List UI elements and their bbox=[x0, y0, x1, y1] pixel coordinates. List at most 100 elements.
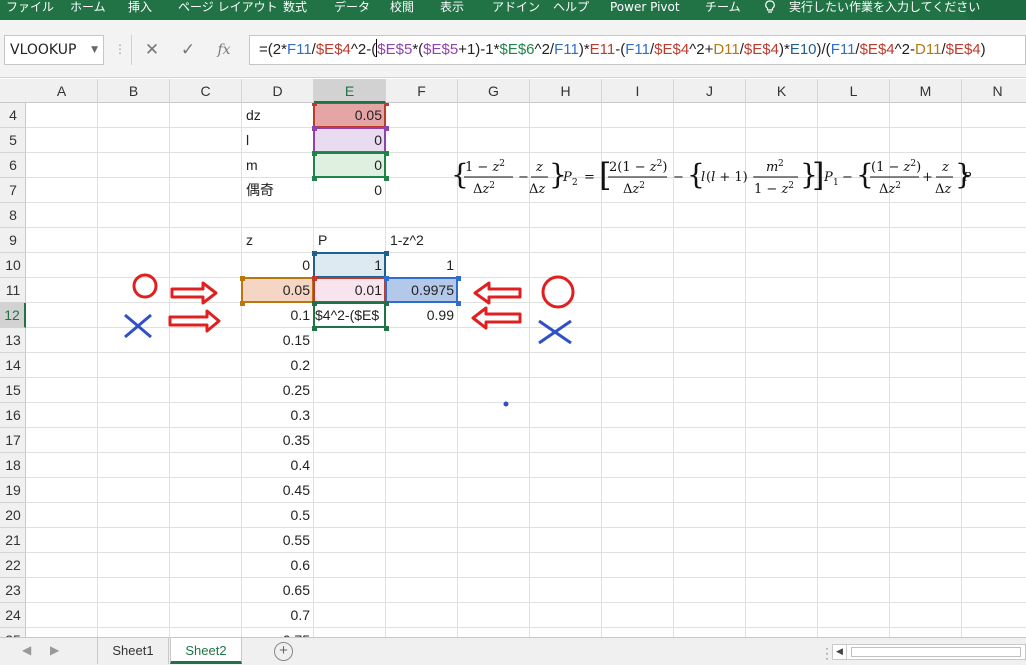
scrollbar-thumb[interactable] bbox=[851, 647, 1021, 657]
column-header-c[interactable]: C bbox=[170, 79, 242, 103]
lightbulb-icon[interactable] bbox=[764, 0, 776, 20]
cell-d7[interactable]: 偶奇 bbox=[242, 178, 314, 203]
cell-d14[interactable]: 0.2 bbox=[242, 353, 314, 378]
cell-d4[interactable]: dz bbox=[242, 103, 314, 128]
column-header-k[interactable]: K bbox=[746, 79, 818, 103]
column-header-b[interactable]: B bbox=[98, 79, 170, 103]
scroll-tabs-right-icon[interactable]: ▶ bbox=[50, 643, 59, 657]
row-header-14[interactable]: 14 bbox=[0, 353, 26, 378]
cell-d12[interactable]: 0.1 bbox=[242, 303, 314, 328]
tab-power-pivot[interactable]: Power Pivot bbox=[610, 0, 680, 20]
row-header-7[interactable]: 7 bbox=[0, 178, 26, 203]
row-header-12[interactable]: 12 bbox=[0, 303, 26, 328]
cell-d19[interactable]: 0.45 bbox=[242, 478, 314, 503]
row-header-16[interactable]: 16 bbox=[0, 403, 26, 428]
row-header-25[interactable]: 25 bbox=[0, 628, 26, 637]
column-header-m[interactable]: M bbox=[890, 79, 962, 103]
cell-d11[interactable]: 0.05 bbox=[242, 278, 314, 303]
column-header-j[interactable]: J bbox=[674, 79, 746, 103]
column-header-a[interactable]: A bbox=[26, 79, 98, 103]
cell-d23[interactable]: 0.65 bbox=[242, 578, 314, 603]
cell-d21[interactable]: 0.55 bbox=[242, 528, 314, 553]
row-header-19[interactable]: 19 bbox=[0, 478, 26, 503]
column-header-g[interactable]: G bbox=[458, 79, 530, 103]
cell-f11[interactable]: 0.9975 bbox=[386, 278, 458, 303]
tab-home[interactable]: ホーム bbox=[70, 0, 106, 20]
tab-insert[interactable]: 挿入 bbox=[128, 0, 152, 20]
tell-me-search[interactable]: 実行したい作業を入力してください bbox=[789, 0, 980, 20]
tab-file[interactable]: ファイル bbox=[6, 0, 54, 20]
column-header-e[interactable]: E bbox=[314, 79, 386, 103]
column-header-n[interactable]: N bbox=[962, 79, 1026, 103]
row-header-21[interactable]: 21 bbox=[0, 528, 26, 553]
row-header-9[interactable]: 9 bbox=[0, 228, 26, 253]
insert-function-button[interactable]: fx bbox=[209, 35, 239, 65]
cell-e11[interactable]: 0.01 bbox=[314, 278, 386, 303]
cell-area[interactable]: dz 0.05 l 0 m 0 偶奇 0 z P 1-z^2 0 1 1 0.05 0.01 0.9975 0.1… bbox=[26, 103, 1026, 637]
name-box[interactable]: VLOOKUP ▼ bbox=[4, 35, 104, 65]
cell-f9[interactable]: 1-z^2 bbox=[386, 228, 458, 253]
cell-e6[interactable]: 0 bbox=[314, 153, 386, 178]
formula-input[interactable]: =(2*F11/$E$4^2-($E$5*($E$5+1)-1*$E$6^2/F… bbox=[249, 35, 1026, 65]
tab-page-layout[interactable]: ページ レイアウト bbox=[178, 0, 278, 20]
column-header-d[interactable]: D bbox=[242, 79, 314, 103]
row-header-24[interactable]: 24 bbox=[0, 603, 26, 628]
enter-icon[interactable]: ✓ bbox=[173, 35, 203, 65]
tab-formulas[interactable]: 数式 bbox=[283, 0, 307, 20]
tab-view[interactable]: 表示 bbox=[440, 0, 464, 20]
row-header-10[interactable]: 10 bbox=[0, 253, 26, 278]
cell-d16[interactable]: 0.3 bbox=[242, 403, 314, 428]
more-options-icon[interactable]: ⋮ bbox=[114, 42, 126, 56]
column-header-f[interactable]: F bbox=[386, 79, 458, 103]
cell-d15[interactable]: 0.25 bbox=[242, 378, 314, 403]
cell-d5[interactable]: l bbox=[242, 128, 314, 153]
cell-f10[interactable]: 1 bbox=[386, 253, 458, 278]
cell-e4[interactable]: 0.05 bbox=[314, 103, 386, 128]
tab-addins[interactable]: アドイン bbox=[492, 0, 540, 20]
cell-d20[interactable]: 0.5 bbox=[242, 503, 314, 528]
column-header-l[interactable]: L bbox=[818, 79, 890, 103]
row-header-18[interactable]: 18 bbox=[0, 453, 26, 478]
tab-review[interactable]: 校閲 bbox=[390, 0, 414, 20]
sheet-tab-sheet2[interactable]: Sheet2 bbox=[170, 638, 242, 664]
cell-e7[interactable]: 0 bbox=[314, 178, 386, 203]
row-header-11[interactable]: 11 bbox=[0, 278, 26, 303]
cell-d18[interactable]: 0.4 bbox=[242, 453, 314, 478]
row-header-13[interactable]: 13 bbox=[0, 328, 26, 353]
cell-f12[interactable]: 0.99 bbox=[386, 303, 458, 328]
tab-help[interactable]: ヘルプ bbox=[553, 0, 589, 20]
cell-d17[interactable]: 0.35 bbox=[242, 428, 314, 453]
add-sheet-button[interactable]: + bbox=[274, 642, 293, 661]
row-header-20[interactable]: 20 bbox=[0, 503, 26, 528]
chevron-down-icon[interactable]: ▼ bbox=[91, 36, 98, 64]
row-header-6[interactable]: 6 bbox=[0, 153, 26, 178]
cell-d22[interactable]: 0.6 bbox=[242, 553, 314, 578]
row-header-22[interactable]: 22 bbox=[0, 553, 26, 578]
sheet-tab-sheet1[interactable]: Sheet1 bbox=[97, 638, 169, 664]
cell-d24[interactable]: 0.7 bbox=[242, 603, 314, 628]
row-header-15[interactable]: 15 bbox=[0, 378, 26, 403]
column-header-i[interactable]: I bbox=[602, 79, 674, 103]
scroll-left-icon[interactable]: ◀ bbox=[833, 645, 847, 659]
row-header-8[interactable]: 8 bbox=[0, 203, 26, 228]
cell-d10[interactable]: 0 bbox=[242, 253, 314, 278]
cell-e5[interactable]: 0 bbox=[314, 128, 386, 153]
tab-team[interactable]: チーム bbox=[705, 0, 741, 20]
scroll-tabs-left-icon[interactable]: ◀ bbox=[22, 643, 31, 657]
cell-e10[interactable]: 1 bbox=[314, 253, 386, 278]
row-header-5[interactable]: 5 bbox=[0, 128, 26, 153]
row-header-17[interactable]: 17 bbox=[0, 428, 26, 453]
cell-d25[interactable]: 0.75 bbox=[242, 628, 314, 637]
cell-d9[interactable]: z bbox=[242, 228, 314, 253]
cell-e9[interactable]: P bbox=[314, 228, 386, 253]
cancel-icon[interactable]: ✕ bbox=[137, 35, 167, 65]
cell-e12[interactable]: $4^2-($E$ bbox=[314, 303, 386, 328]
cell-d13[interactable]: 0.15 bbox=[242, 328, 314, 353]
cell-d6[interactable]: m bbox=[242, 153, 314, 178]
row-header-23[interactable]: 23 bbox=[0, 578, 26, 603]
row-header-4[interactable]: 4 bbox=[0, 103, 26, 128]
column-header-h[interactable]: H bbox=[530, 79, 602, 103]
equation-image[interactable]: { 1 − z2 Δz2 − z Δz } P2 = [ 2(1 − z2) Δ… bbox=[451, 151, 973, 203]
horizontal-scrollbar[interactable]: ◀ bbox=[832, 644, 1026, 660]
tab-data[interactable]: データ bbox=[334, 0, 370, 20]
